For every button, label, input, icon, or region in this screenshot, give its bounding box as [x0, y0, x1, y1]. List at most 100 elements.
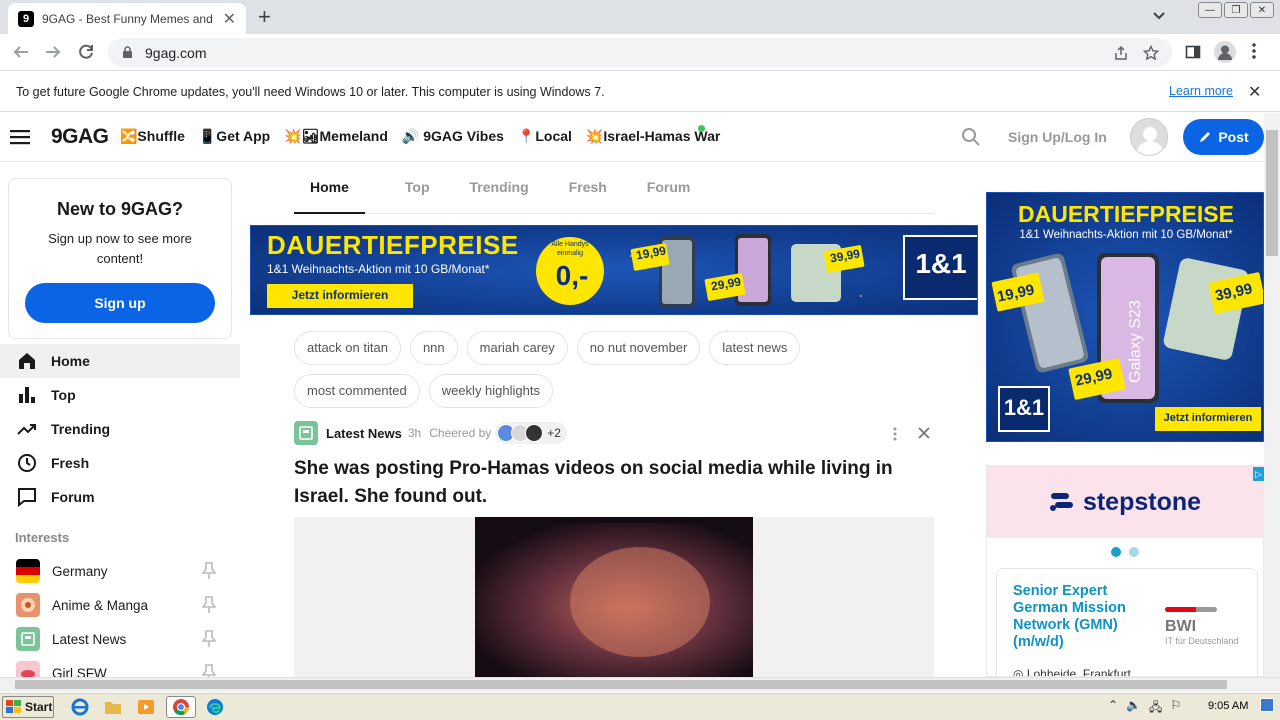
bookmark-star-icon[interactable]	[1143, 45, 1159, 61]
edge-icon[interactable]	[205, 697, 225, 717]
interest-latest-news[interactable]: Latest News	[0, 622, 240, 656]
folder-icon[interactable]	[103, 697, 123, 717]
carousel-dot[interactable]	[1111, 547, 1121, 557]
post-media[interactable]	[294, 517, 934, 677]
adchoices-icon[interactable]: ▷	[1253, 467, 1264, 481]
section-icon[interactable]	[294, 421, 318, 445]
ad-cta-button[interactable]: Jetzt informieren	[1155, 412, 1261, 424]
vertical-scrollbar-thumb[interactable]	[1266, 130, 1278, 256]
minimize-button[interactable]: —	[1198, 2, 1222, 18]
close-window-button[interactable]: ✕	[1250, 2, 1274, 18]
ad-badge-text: Alle Handys einmalig	[551, 241, 589, 257]
tag-chip[interactable]: latest news	[709, 331, 801, 365]
post-section-name[interactable]: Latest News	[326, 426, 402, 441]
avatar-icon[interactable]	[1130, 118, 1168, 156]
tag-chip[interactable]: attack on titan	[294, 331, 401, 365]
system-tray: ⌃ 🔈 🖧 ⚐	[1108, 698, 1181, 719]
signup-card-text: Sign up now to see more content!	[48, 231, 192, 266]
sidebar-item-fresh[interactable]: Fresh	[0, 446, 240, 480]
job-title[interactable]: Senior Expert German Mission Network (GM…	[1013, 583, 1153, 651]
close-tab-icon[interactable]: ✕	[223, 9, 236, 29]
nav-memeland[interactable]: 💥🏜Memeland	[284, 128, 388, 145]
tag-chip[interactable]: most commented	[294, 374, 420, 408]
cheerers-group[interactable]: +2	[495, 422, 567, 444]
restore-button[interactable]: ❐	[1224, 2, 1248, 18]
signup-button[interactable]: Sign up	[25, 283, 215, 323]
sidebar-item-home[interactable]: Home	[0, 344, 240, 378]
forward-icon[interactable]	[44, 43, 62, 61]
ad-cta-button[interactable]: Jetzt informieren	[267, 288, 413, 302]
reload-icon[interactable]	[77, 43, 95, 61]
nav-local[interactable]: 📍Local	[518, 128, 572, 145]
sidebar-item-trending[interactable]: Trending	[0, 412, 240, 446]
flag-icon[interactable]: ⚐	[1170, 698, 1181, 719]
side-panel-icon[interactable]	[1185, 44, 1201, 60]
site-logo[interactable]: 9GAG	[51, 125, 109, 149]
sidebar-item-forum[interactable]: Forum	[0, 480, 240, 514]
clock[interactable]: 9:05 AM	[1208, 700, 1248, 712]
chrome-menu-icon[interactable]	[1252, 43, 1256, 59]
new-tab-button[interactable]: +	[258, 4, 271, 30]
address-bar[interactable]: 9gag.com	[108, 38, 1172, 67]
ie-icon[interactable]	[70, 697, 90, 717]
post-video[interactable]	[475, 517, 753, 677]
tag-chip[interactable]: weekly highlights	[428, 374, 553, 408]
profile-icon[interactable]	[1214, 41, 1236, 63]
ad-banner-leaderboard[interactable]: DAUERTIEFPREISE 1&1 Weihnachts-Aktion mi…	[250, 225, 978, 315]
nav-shuffle[interactable]: 🔀Shuffle	[120, 128, 185, 145]
carousel-dot[interactable]	[1129, 547, 1139, 557]
ad-banner-rectangle[interactable]: DAUERTIEFPREISE 1&1 Weihnachts-Aktion mi…	[986, 192, 1264, 442]
browser-tab[interactable]: 9 9GAG - Best Funny Memes and Breaking N…	[8, 3, 246, 34]
close-infobar-icon[interactable]: ✕	[1248, 82, 1261, 102]
signup-login-link[interactable]: Sign Up/Log In	[1008, 129, 1107, 145]
cheerers-more-count: +2	[547, 426, 561, 440]
network-icon[interactable]: 🖧	[1149, 698, 1162, 719]
menu-icon[interactable]	[10, 129, 30, 145]
media-player-icon[interactable]	[136, 697, 156, 717]
tag-chip[interactable]: mariah carey	[466, 331, 568, 365]
job-ad[interactable]: stepstone Senior Expert German Mission N…	[986, 465, 1264, 677]
job-card[interactable]: Senior Expert German Mission Network (GM…	[996, 568, 1258, 676]
more-options-icon[interactable]	[893, 427, 897, 441]
close-icon[interactable]	[916, 425, 932, 441]
nav-get-app[interactable]: 📱Get App	[199, 128, 270, 145]
share-icon[interactable]	[1113, 45, 1129, 61]
sidebar-item-label: Home	[51, 353, 90, 369]
show-desktop-icon[interactable]	[1260, 698, 1274, 712]
horizontal-scrollbar-thumb[interactable]	[15, 680, 1227, 689]
browser-toolbar: 9gag.com	[0, 34, 1280, 71]
sidebar-item-top[interactable]: Top	[0, 378, 240, 412]
search-icon[interactable]	[961, 127, 981, 147]
ad-badge-price: 0,-	[555, 260, 589, 291]
interests-heading: Interests	[15, 530, 70, 545]
tab-forum[interactable]: Forum	[647, 162, 691, 213]
sidebar-item-label: Forum	[51, 489, 95, 505]
pin-icon[interactable]	[202, 630, 216, 648]
pin-icon[interactable]	[202, 562, 216, 580]
trending-icon	[17, 419, 37, 439]
tag-chip[interactable]: nnn	[409, 331, 458, 365]
interest-germany[interactable]: Germany	[0, 554, 240, 588]
interest-label: Latest News	[52, 631, 127, 647]
tray-arrow-icon[interactable]: ⌃	[1108, 698, 1118, 719]
tab-home[interactable]: Home	[294, 162, 365, 214]
learn-more-link[interactable]: Learn more	[1169, 84, 1233, 98]
tab-fresh[interactable]: Fresh	[569, 162, 607, 213]
tab-trending[interactable]: Trending	[470, 162, 529, 213]
pin-icon[interactable]	[202, 596, 216, 614]
post-title[interactable]: She was posting Pro-Hamas videos on soci…	[294, 455, 934, 511]
tab-top[interactable]: Top	[405, 162, 430, 213]
post-button[interactable]: Post	[1183, 119, 1264, 155]
interest-anime-manga[interactable]: Anime & Manga	[0, 588, 240, 622]
pencil-icon	[1198, 130, 1212, 144]
back-icon[interactable]	[12, 43, 30, 61]
start-button[interactable]: Start	[2, 696, 54, 718]
ad-phone-name: Galaxy S23	[1127, 300, 1144, 383]
tag-chip[interactable]: no nut november	[576, 331, 701, 365]
nav-vibes[interactable]: 🔊 9GAG Vibes	[402, 128, 504, 145]
tab-search-icon[interactable]	[1152, 8, 1166, 22]
volume-icon[interactable]: 🔈	[1126, 698, 1141, 719]
ad-headline: DAUERTIEFPREISE	[1018, 201, 1234, 227]
tag-list: attack on titan nnn mariah carey no nut nov…	[294, 331, 934, 417]
chrome-taskbar-button[interactable]	[166, 696, 196, 718]
